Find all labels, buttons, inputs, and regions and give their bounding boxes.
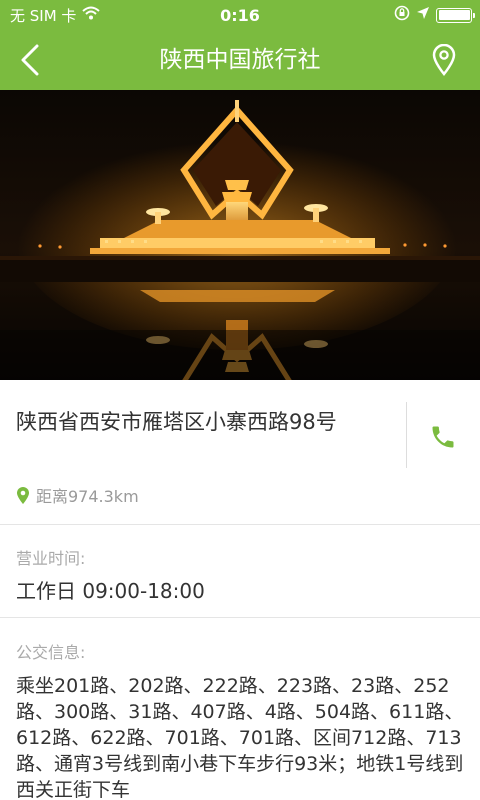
call-button[interactable]: [420, 414, 466, 460]
bus-info-label: 公交信息:: [16, 643, 86, 662]
business-hours-section: 营业时间: 工作日 09:00-18:00: [0, 525, 480, 618]
status-bar: 无 SIM 卡 0:16: [0, 0, 480, 30]
hero-photo: [0, 90, 480, 380]
address-text: 陕西省西安市雁塔区小寨西路98号: [16, 410, 337, 434]
chevron-left-icon: [21, 44, 39, 76]
nav-bar: 陕西中国旅行社: [0, 30, 480, 90]
bus-info-text: 乘坐201路、202路、222路、223路、23路、252路、300路、31路、…: [16, 675, 464, 800]
map-pin-icon: [17, 486, 29, 504]
distance-row: 距离974.3km: [16, 483, 139, 507]
rotation-lock-icon: [394, 5, 410, 25]
location-arrow-icon: [416, 6, 430, 24]
status-right: [394, 5, 475, 25]
bus-info-section: 公交信息: 乘坐201路、202路、222路、223路、23路、252路、300…: [0, 618, 480, 800]
wifi-icon: [82, 6, 101, 24]
back-button[interactable]: [12, 42, 48, 78]
distance-text: 距离974.3km: [36, 487, 139, 506]
map-location-button[interactable]: [426, 42, 462, 78]
page-title: 陕西中国旅行社: [159, 47, 321, 73]
business-hours-label: 营业时间:: [16, 549, 86, 568]
carrier-label: 无 SIM 卡: [10, 6, 77, 25]
battery-icon: [436, 7, 475, 23]
address-section: 陕西省西安市雁塔区小寨西路98号 距离974.3km: [0, 380, 480, 525]
status-left: 无 SIM 卡: [10, 5, 101, 26]
business-hours-value: 工作日 09:00-18:00: [16, 579, 205, 603]
vertical-divider: [406, 402, 407, 468]
map-pin-icon: [432, 44, 456, 76]
phone-icon: [432, 426, 454, 448]
